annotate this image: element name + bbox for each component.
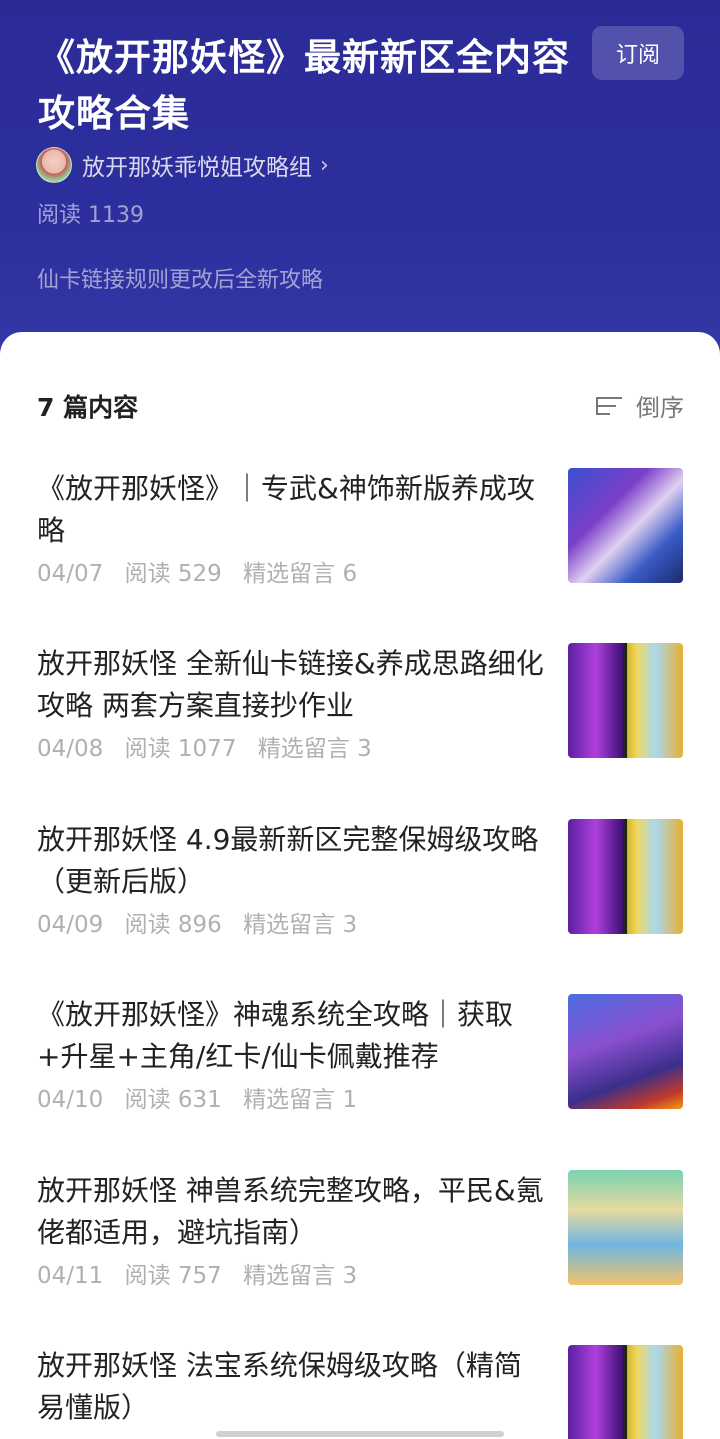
item-comments: 精选留言 3: [243, 912, 358, 938]
item-thumbnail: [568, 643, 683, 758]
list-item[interactable]: 《放开那妖怪》｜专武&神饰新版养成攻略 04/07 阅读 529 精选留言 6: [37, 468, 683, 588]
list-item[interactable]: 放开那妖怪 神兽系统完整攻略，平民&氪佬都适用，避坑指南） 04/11 阅读 7…: [37, 1170, 683, 1290]
sort-toggle[interactable]: 倒序: [596, 388, 684, 423]
content-panel: 7 篇内容 倒序 《放开那妖怪》｜专武&神饰新版养成攻略 04/07 阅读 52…: [0, 332, 720, 1439]
home-indicator[interactable]: [216, 1431, 504, 1437]
item-comments: 精选留言 1: [243, 1087, 358, 1113]
chevron-right-icon: ›: [320, 152, 329, 178]
item-comments: 精选留言 3: [257, 736, 372, 762]
item-meta: 04/10 阅读 631 精选留言 1: [37, 1080, 371, 1114]
item-date: 04/07: [37, 561, 104, 587]
item-title: 《放开那妖怪》｜专武&神饰新版养成攻略: [37, 472, 535, 547]
collection-header: 《放开那妖怪》最新新区全内容攻略合集 订阅 放开那妖乖悦姐攻略组 › 阅读 11…: [0, 0, 720, 380]
item-date: 04/09: [37, 912, 104, 938]
item-thumbnail: [568, 1170, 683, 1285]
read-count: 阅读 1139: [37, 203, 144, 228]
item-date: 04/08: [37, 736, 104, 762]
item-reads: 阅读 631: [124, 1087, 222, 1113]
article-count: 7 篇内容: [37, 393, 139, 422]
item-comments: 精选留言 3: [243, 1263, 358, 1289]
collection-description: 仙卡链接规则更改后全新攻略: [37, 268, 324, 293]
avatar: [36, 147, 72, 183]
item-title: 放开那妖怪 全新仙卡链接&养成思路细化攻略 两套方案直接抄作业: [37, 647, 544, 722]
sort-label: 倒序: [636, 394, 684, 422]
item-reads: 阅读 1077: [124, 736, 237, 762]
item-meta: [37, 1431, 79, 1439]
item-title: 放开那妖怪 神兽系统完整攻略，平民&氪佬都适用，避坑指南）: [37, 1174, 544, 1249]
item-meta: 04/11 阅读 757 精选留言 3: [37, 1256, 371, 1290]
sort-icon: [596, 395, 624, 417]
author-link[interactable]: 放开那妖乖悦姐攻略组 ›: [36, 146, 329, 184]
list-item[interactable]: 放开那妖怪 4.9最新新区完整保姆级攻略（更新后版） 04/09 阅读 896 …: [37, 819, 683, 939]
item-thumbnail: [568, 994, 683, 1109]
item-title: 《放开那妖怪》神魂系统全攻略｜获取+升星+主角/红卡/仙卡佩戴推荐: [37, 998, 514, 1073]
author-name: 放开那妖乖悦姐攻略组: [82, 155, 312, 181]
item-date: 04/10: [37, 1087, 104, 1113]
item-comments: 精选留言 6: [243, 561, 358, 587]
item-date: 04/11: [37, 1263, 104, 1289]
item-thumbnail: [568, 1345, 683, 1439]
item-reads: 阅读 896: [124, 912, 222, 938]
item-title: 放开那妖怪 4.9最新新区完整保姆级攻略（更新后版）: [37, 823, 539, 898]
item-meta: 04/08 阅读 1077 精选留言 3: [37, 729, 386, 763]
item-thumbnail: [568, 819, 683, 934]
item-title: 放开那妖怪 法宝系统保姆级攻略（精简易懂版）: [37, 1349, 522, 1424]
list-item[interactable]: 《放开那妖怪》神魂系统全攻略｜获取+升星+主角/红卡/仙卡佩戴推荐 04/10 …: [37, 994, 683, 1114]
item-meta: 04/09 阅读 896 精选留言 3: [37, 905, 371, 939]
item-reads: 阅读 529: [124, 561, 222, 587]
subscribe-button[interactable]: 订阅: [592, 26, 684, 80]
collection-title: 《放开那妖怪》最新新区全内容攻略合集: [38, 36, 570, 135]
list-item[interactable]: 放开那妖怪 全新仙卡链接&养成思路细化攻略 两套方案直接抄作业 04/08 阅读…: [37, 643, 683, 763]
item-meta: 04/07 阅读 529 精选留言 6: [37, 554, 371, 588]
list-item[interactable]: 放开那妖怪 法宝系统保姆级攻略（精简易懂版）: [37, 1345, 683, 1439]
item-reads: 阅读 757: [124, 1263, 222, 1289]
item-thumbnail: [568, 468, 683, 583]
